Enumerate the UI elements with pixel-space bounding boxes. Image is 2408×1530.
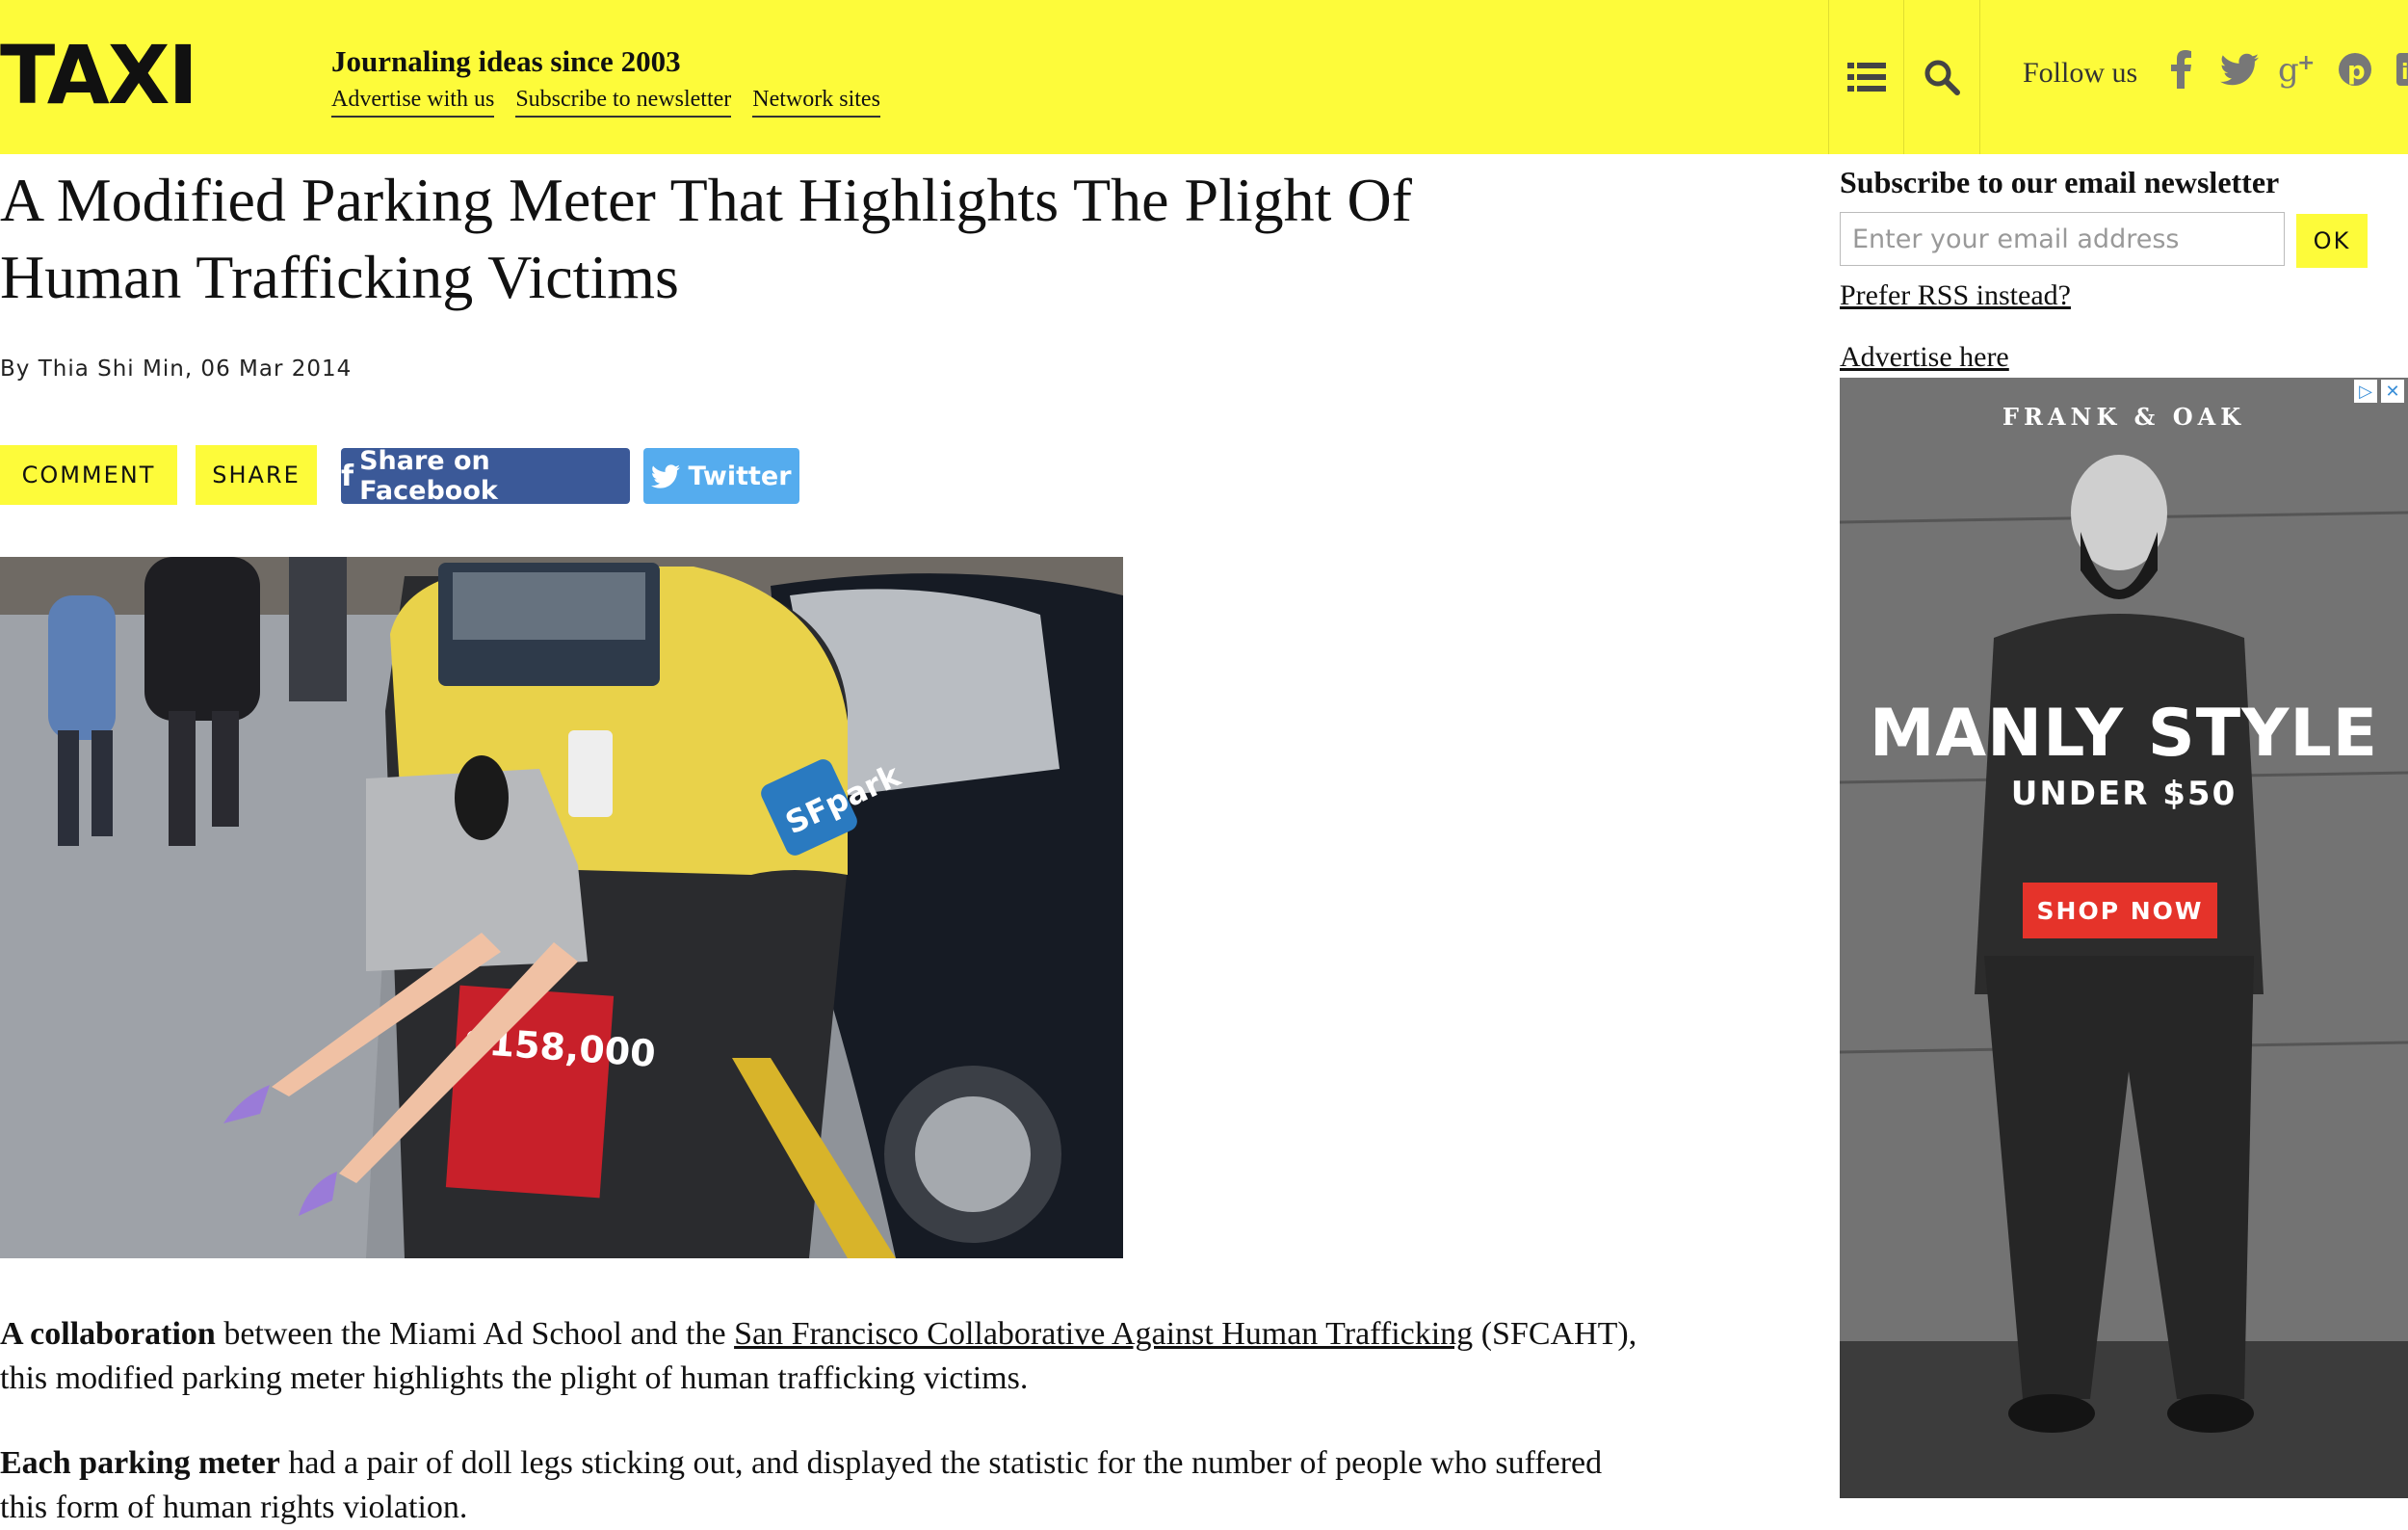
- subscribe-link[interactable]: Subscribe to newsletter: [515, 85, 732, 118]
- site-tagline: Journaling ideas since 2003: [331, 44, 681, 78]
- advertise-link[interactable]: Advertise with us: [331, 85, 495, 118]
- site-logo[interactable]: TAXI: [0, 35, 198, 116]
- list-menu-icon: [1847, 63, 1886, 92]
- svg-text:g: g: [2278, 51, 2299, 89]
- rss-link[interactable]: Prefer RSS instead?: [1840, 279, 2071, 312]
- para1-bold-lead: A collaboration: [0, 1316, 216, 1352]
- svg-text:+: +: [2297, 51, 2315, 75]
- pinterest-icon[interactable]: p: [2336, 48, 2374, 91]
- facebook-share-label: Share on Facebook: [359, 446, 498, 506]
- sidebar-ad-banner[interactable]: ▷ ✕ FRANK & OAK MANLY STYLE UNDER $50 SH…: [1840, 378, 2408, 1498]
- ad-choice-controls: ▷ ✕: [2354, 380, 2404, 403]
- facebook-icon[interactable]: [2162, 48, 2201, 91]
- twitter-share-label: Twitter: [688, 461, 792, 491]
- header-links: Advertise with us Subscribe to newslette…: [331, 85, 880, 118]
- facebook-f-icon: f: [341, 459, 354, 493]
- article-paragraph-2: Each parking meter had a pair of doll le…: [0, 1441, 1637, 1530]
- para1-text-1: between the Miami Ad School and the: [215, 1316, 735, 1352]
- ad-shop-now-button[interactable]: SHOP NOW: [2023, 883, 2217, 938]
- advertise-here-link[interactable]: Advertise here: [1840, 341, 2009, 374]
- svg-text:p: p: [2347, 57, 2366, 86]
- twitter-icon[interactable]: [2220, 48, 2259, 91]
- ad-subline: UNDER $50: [2010, 775, 2238, 813]
- article-hero-image: SFpark $158,000: [0, 557, 1123, 1258]
- share-button[interactable]: SHARE: [196, 445, 317, 505]
- menu-button[interactable]: [1828, 0, 1904, 154]
- comment-button[interactable]: COMMENT: [0, 445, 177, 505]
- top-bar: TAXI Journaling ideas since 2003 Adverti…: [0, 0, 2408, 154]
- ad-headline: MANLY STYLE: [1869, 696, 2379, 772]
- article-paragraph-1: A collaboration between the Miami Ad Sch…: [0, 1312, 1637, 1401]
- facebook-share-button[interactable]: f Share on Facebook: [341, 446, 630, 506]
- ad-close-icon[interactable]: ✕: [2381, 380, 2404, 403]
- subscribe-ok-button[interactable]: OK: [2296, 214, 2368, 268]
- google-plus-icon[interactable]: g +: [2278, 48, 2316, 91]
- ad-brand: FRANK & OAK: [2002, 403, 2246, 431]
- article-byline: By Thia Shi Min, 06 Mar 2014: [0, 356, 353, 382]
- search-icon: [1924, 60, 1960, 95]
- article-title: A Modified Parking Meter That Highlights…: [0, 166, 1412, 311]
- sfcaht-link[interactable]: San Francisco Collaborative Against Huma…: [734, 1316, 1473, 1352]
- twitter-bird-icon: [651, 463, 681, 488]
- ad-info-icon[interactable]: ▷: [2354, 380, 2377, 403]
- newsletter-heading: Subscribe to our email newsletter: [1840, 165, 2280, 199]
- follow-us-label: Follow us: [2023, 57, 2138, 89]
- network-sites-link[interactable]: Network sites: [752, 85, 880, 118]
- para2-bold-lead: Each parking meter: [0, 1445, 280, 1481]
- search-button[interactable]: [1903, 0, 1980, 154]
- linkedin-icon[interactable]: in: [2394, 48, 2408, 91]
- email-input[interactable]: [1840, 212, 2285, 266]
- social-links: g+ p in: [2162, 48, 2408, 91]
- svg-text:in: in: [2401, 61, 2408, 85]
- twitter-share-button[interactable]: Twitter: [643, 448, 799, 504]
